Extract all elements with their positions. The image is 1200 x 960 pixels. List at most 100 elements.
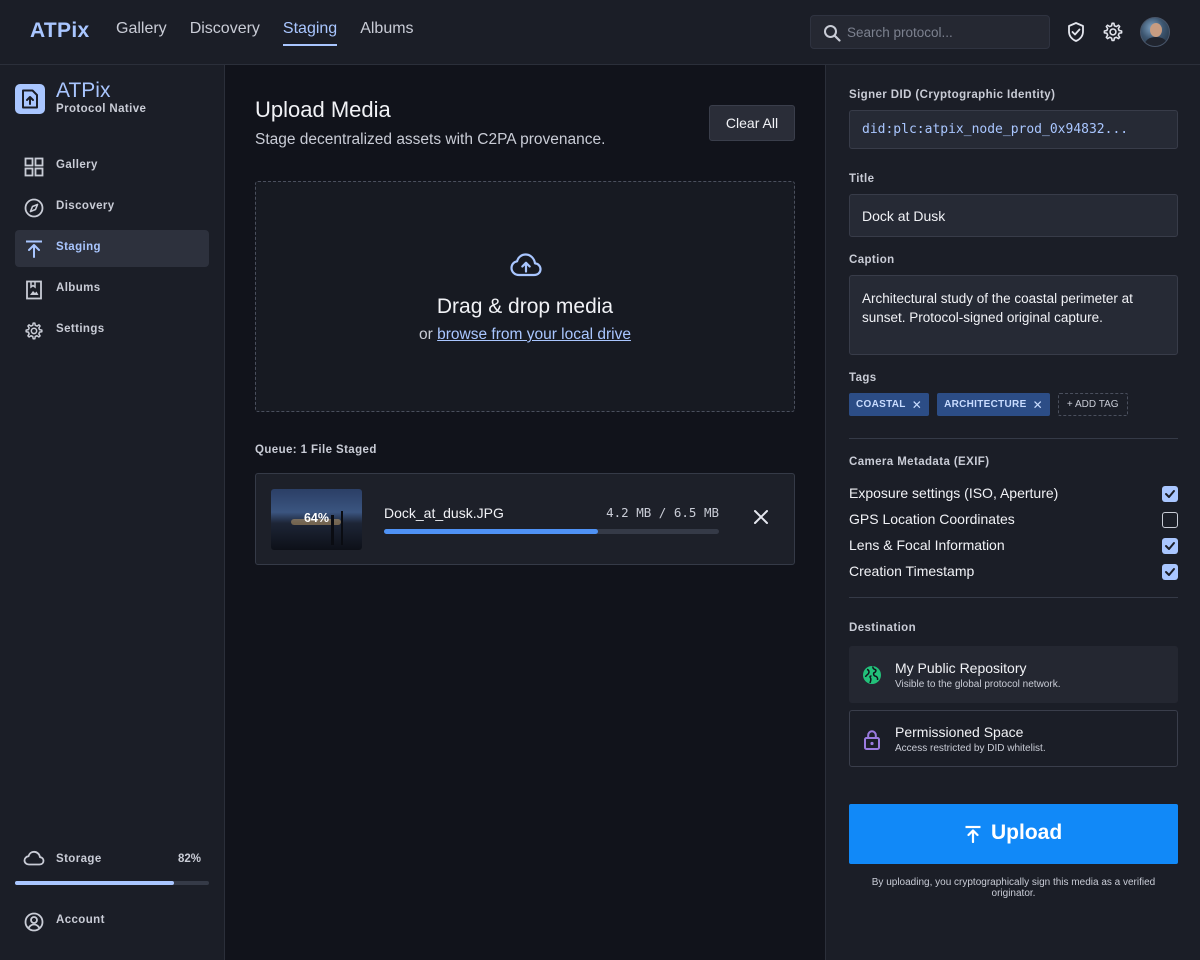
sidebar-item-settings[interactable]: Settings (15, 312, 209, 349)
exif-option-exposure[interactable]: Exposure settings (ISO, Aperture) (849, 484, 1178, 504)
shield-icon[interactable] (1065, 21, 1087, 43)
sidebar-item-label: Account (56, 914, 105, 926)
storage-percent: 82% (177, 853, 201, 865)
queue-label: Queue: 1 File Staged (255, 444, 377, 456)
upload-note: By uploading, you cryptographically sign… (871, 877, 1156, 899)
globe-icon (863, 666, 881, 684)
search-icon (824, 25, 841, 42)
tab-staging[interactable]: Staging (282, 20, 338, 46)
title-label: Title (849, 173, 875, 185)
sidebar-item-label: Discovery (56, 200, 115, 212)
metadata-panel: Signer DID (Cryptographic Identity) did:… (825, 65, 1200, 960)
upload-arrow-icon (965, 825, 981, 843)
checkbox[interactable] (1162, 512, 1178, 528)
tab-discovery[interactable]: Discovery (190, 20, 260, 46)
file-name: Dock_at_dusk.JPG (384, 505, 504, 521)
upload-progress-bar (384, 529, 719, 534)
destination-permissioned[interactable]: Permissioned Space Access restricted by … (849, 710, 1178, 767)
title-input[interactable] (849, 194, 1178, 237)
tag-chip: ARCHITECTURE ✕ (937, 393, 1050, 416)
destination-subtitle: Access restricted by DID whitelist. (895, 743, 1046, 754)
upload-arrow-icon (26, 240, 42, 258)
exif-option-gps[interactable]: GPS Location Coordinates (849, 510, 1178, 530)
add-tag-button[interactable]: + ADD TAG (1057, 393, 1128, 416)
upload-percent: 64% (303, 511, 330, 525)
exif-option-label: GPS Location Coordinates (849, 511, 1015, 527)
tab-albums[interactable]: Albums (360, 20, 413, 46)
destination-title: Permissioned Space (895, 724, 1024, 740)
gear-icon (25, 322, 43, 340)
tag-chip: COASTAL ✕ (849, 393, 930, 416)
divider (849, 438, 1178, 439)
search-input[interactable] (847, 16, 1043, 48)
lock-icon (864, 730, 880, 750)
exif-option-timestamp[interactable]: Creation Timestamp (849, 562, 1178, 582)
close-icon[interactable] (753, 509, 769, 525)
dropzone-title: Drag & drop media (436, 295, 614, 318)
destination-title: My Public Repository (895, 660, 1027, 676)
upload-button[interactable]: Upload (849, 804, 1178, 864)
sidebar-item-label: Gallery (56, 159, 98, 171)
remove-tag-icon[interactable]: ✕ (912, 398, 922, 412)
upload-file-icon (22, 89, 38, 109)
exif-option-label: Lens & Focal Information (849, 537, 1005, 553)
sidebar: ATPix Protocol Native Gallery Discovery … (0, 65, 225, 960)
exif-option-label: Exposure settings (ISO, Aperture) (849, 485, 1059, 501)
sidebar-item-albums[interactable]: Albums (15, 271, 209, 308)
exif-option-lens[interactable]: Lens & Focal Information (849, 536, 1178, 556)
destination-label: Destination (849, 622, 917, 634)
dropzone-prefix: or (419, 326, 433, 343)
file-size: 4.2 MB / 6.5 MB (606, 505, 719, 520)
clear-all-button[interactable]: Clear All (709, 105, 795, 141)
divider (849, 597, 1178, 598)
checkbox[interactable] (1162, 538, 1178, 554)
remove-tag-icon[interactable]: ✕ (1033, 398, 1043, 412)
dropzone[interactable]: Drag & drop media or browse from your lo… (255, 181, 795, 412)
grid-icon (24, 157, 44, 177)
file-thumbnail: 64% (271, 489, 362, 550)
avatar[interactable] (1140, 17, 1170, 47)
brand-logo[interactable]: ATPix (30, 19, 89, 43)
app-logo (15, 84, 45, 114)
sidebar-item-label: Settings (56, 323, 105, 335)
page-title: Upload Media (255, 97, 391, 122)
page-subtitle: Stage decentralized assets with C2PA pro… (255, 131, 606, 148)
check-icon (1165, 490, 1175, 498)
tag-label: ARCHITECTURE (944, 399, 1027, 410)
destination-public[interactable]: My Public Repository Visible to the glob… (849, 646, 1178, 703)
tab-gallery[interactable]: Gallery (116, 20, 167, 46)
check-icon (1165, 542, 1175, 550)
dropzone-subtitle: or browse from your local drive (256, 326, 794, 344)
exif-label: Camera Metadata (EXIF) (849, 456, 990, 468)
sidebar-title: ATPix (56, 79, 111, 102)
storage-bar-fill (15, 881, 175, 885)
destination-subtitle: Visible to the global protocol network. (895, 679, 1061, 690)
sidebar-item-discovery[interactable]: Discovery (15, 189, 209, 226)
sidebar-item-staging[interactable]: Staging (15, 230, 209, 267)
sidebar-item-label: Staging (56, 241, 101, 253)
upload-progress-fill (384, 529, 599, 534)
sidebar-subtitle: Protocol Native (56, 103, 147, 115)
top-nav: Gallery Discovery Staging Albums (116, 20, 414, 46)
caption-label: Caption (849, 254, 895, 266)
top-bar: ATPix Gallery Discovery Staging Albums (0, 0, 1200, 65)
tag-label: COASTAL (856, 399, 906, 410)
storage-bar (15, 881, 209, 885)
exif-option-label: Creation Timestamp (849, 563, 975, 579)
cloud-icon (23, 850, 45, 866)
album-icon (26, 280, 42, 300)
storage-label: Storage (56, 853, 102, 865)
browse-link[interactable]: browse from your local drive (437, 326, 631, 343)
gear-icon[interactable] (1102, 21, 1124, 43)
sidebar-item-account[interactable]: Account (15, 903, 209, 940)
search-box (810, 15, 1050, 49)
did-label: Signer DID (Cryptographic Identity) (849, 89, 1056, 101)
caption-input[interactable]: Architectural study of the coastal perim… (849, 275, 1178, 355)
checkbox[interactable] (1162, 564, 1178, 580)
account-icon (24, 912, 44, 932)
tag-list: COASTAL ✕ ARCHITECTURE ✕ + ADD TAG (849, 393, 1128, 416)
checkbox[interactable] (1162, 486, 1178, 502)
upload-button-label: Upload (991, 821, 1063, 844)
sidebar-item-gallery[interactable]: Gallery (15, 148, 209, 185)
did-field[interactable]: did:plc:atpix_node_prod_0x94832... (849, 110, 1178, 149)
